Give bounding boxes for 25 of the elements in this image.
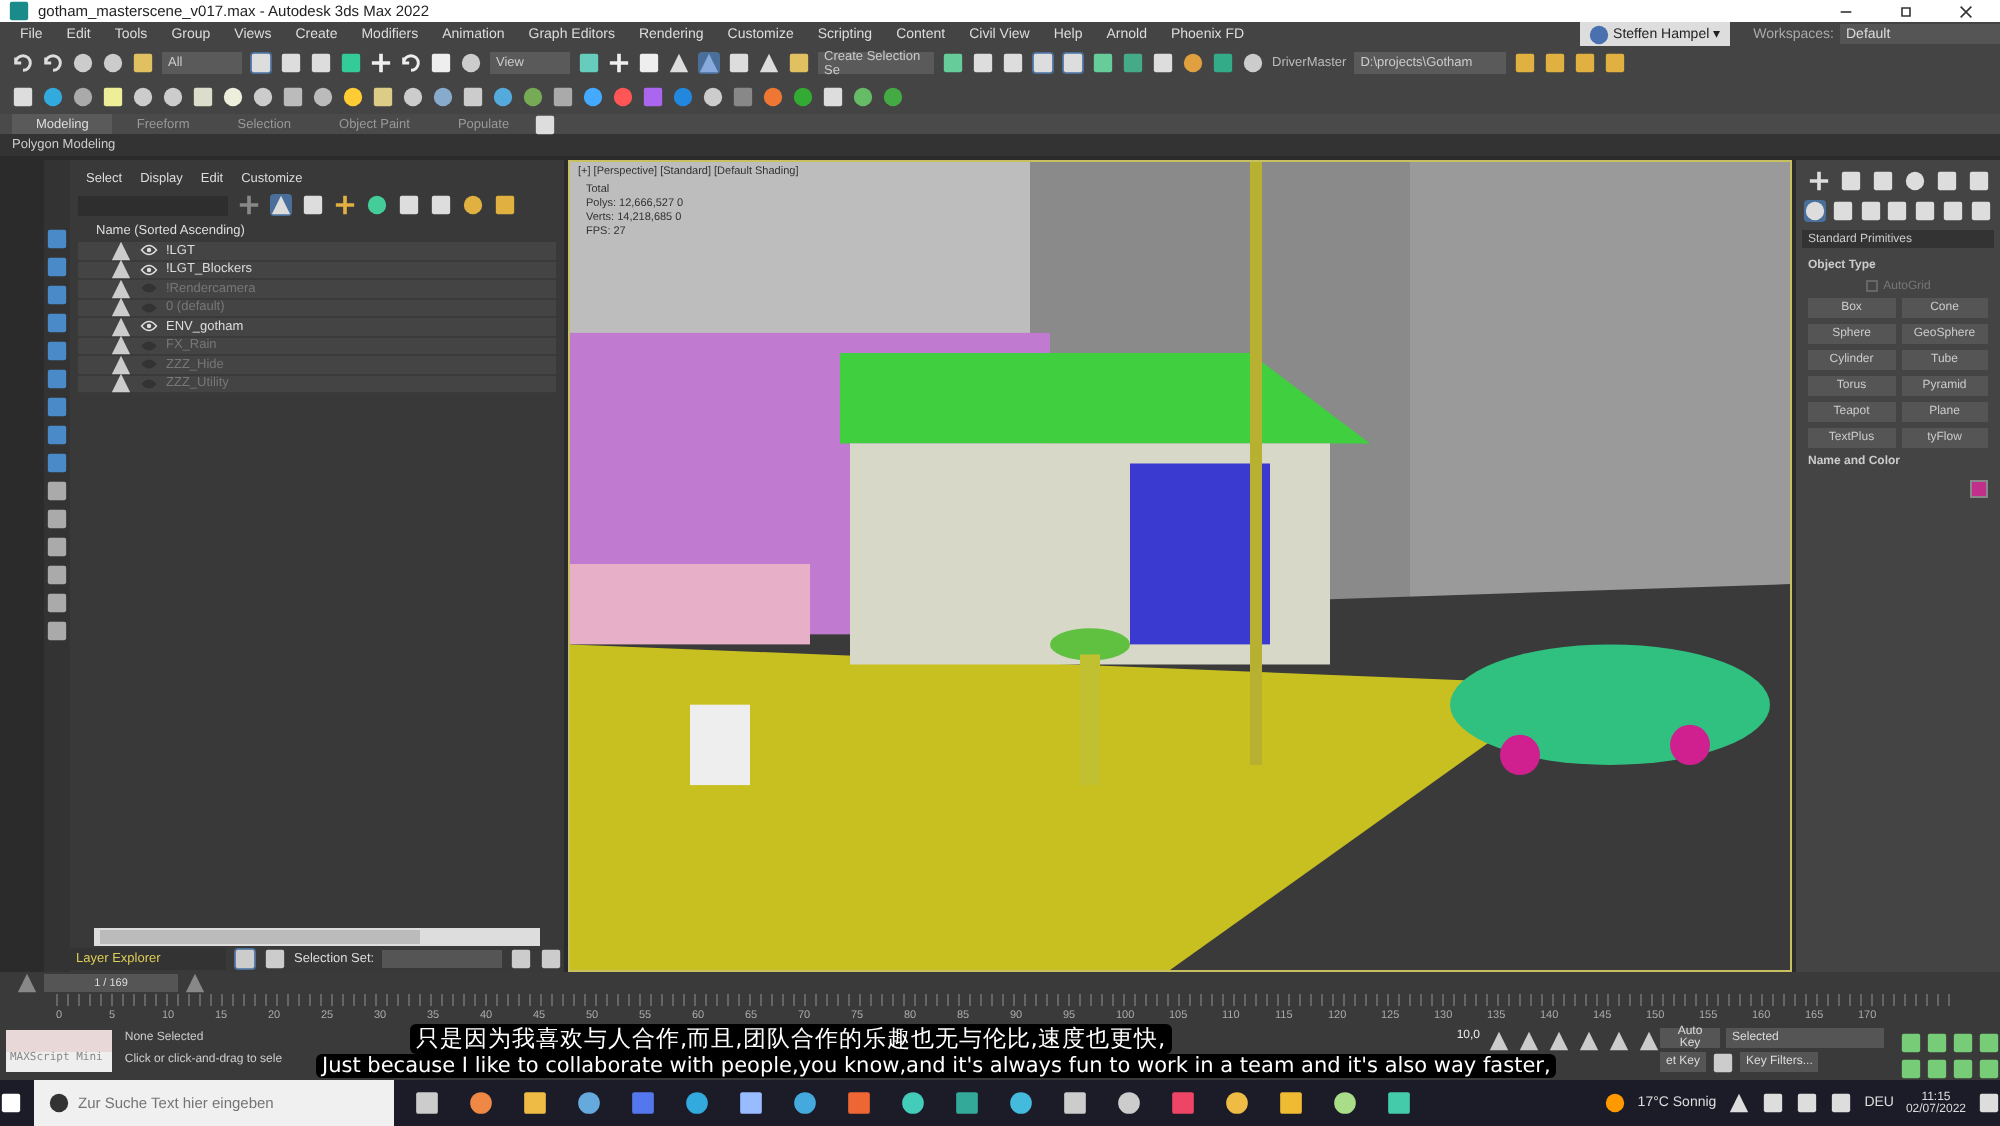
expand-icon[interactable] bbox=[110, 296, 132, 319]
color-swatch[interactable] bbox=[1970, 479, 1988, 498]
user-icon[interactable] bbox=[1587, 23, 1610, 45]
close-icon[interactable] bbox=[1958, 3, 1974, 19]
maxscript-input[interactable] bbox=[6, 1030, 113, 1052]
expand-icon[interactable] bbox=[110, 334, 132, 357]
eye-icon[interactable] bbox=[140, 263, 158, 276]
expand-icon[interactable] bbox=[110, 353, 132, 376]
autogrid-checkbox[interactable] bbox=[1865, 280, 1878, 292]
app-logo-icon[interactable] bbox=[8, 0, 30, 22]
eye-icon[interactable] bbox=[140, 320, 158, 333]
undo-icon[interactable] bbox=[12, 52, 34, 74]
maximize-icon[interactable] bbox=[1898, 3, 1914, 19]
move-icon[interactable] bbox=[370, 52, 392, 74]
rotate-icon[interactable] bbox=[400, 52, 422, 74]
expand-icon[interactable] bbox=[110, 277, 132, 300]
create-icon[interactable] bbox=[1807, 170, 1829, 192]
weather-icon[interactable] bbox=[1603, 1092, 1626, 1114]
expand-icon[interactable] bbox=[110, 315, 132, 338]
expand-icon[interactable] bbox=[110, 372, 132, 395]
expand-icon[interactable] bbox=[110, 258, 132, 281]
redo-icon[interactable] bbox=[42, 52, 64, 74]
eye-icon[interactable] bbox=[140, 244, 158, 257]
expand-icon[interactable] bbox=[110, 239, 132, 262]
horizontal-scrollbar[interactable] bbox=[94, 928, 540, 946]
